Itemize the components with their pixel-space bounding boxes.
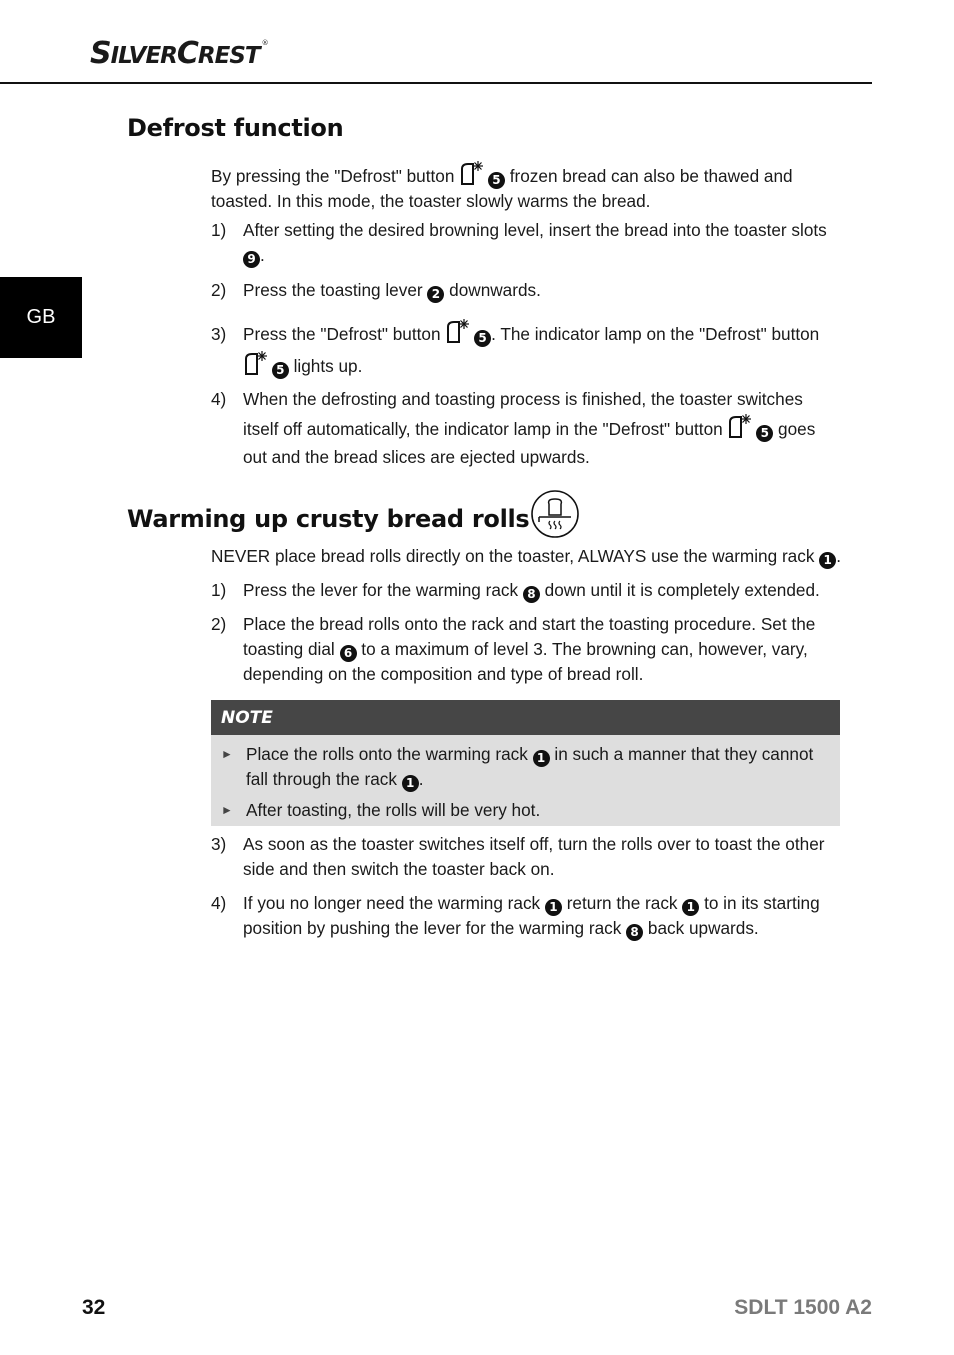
defrost-icon xyxy=(729,414,752,438)
note-item: ► Place the rolls onto the warming rack … xyxy=(221,744,814,792)
ref-circle: 5 xyxy=(474,330,492,347)
ref-circle: 9 xyxy=(243,251,260,268)
section-title-defrost: Defrost function xyxy=(127,114,344,142)
page-number: 32 xyxy=(82,1296,106,1319)
ref-circle: 1 xyxy=(401,775,419,792)
rolls-step-2: 2) Place the bread rolls onto the rack a… xyxy=(211,614,816,684)
note-header: NOTE xyxy=(211,700,840,735)
warming-rack-icon xyxy=(531,490,579,538)
defrost-icon xyxy=(461,161,484,185)
ref-circle: 8 xyxy=(626,924,644,941)
rolls-step-3: 3) As soon as the toaster switches itsel… xyxy=(211,834,825,879)
note-item: ► After toasting, the rolls will be very… xyxy=(211,798,831,823)
rolls-step-4: 4) If you no longer need the warming rac… xyxy=(211,893,820,941)
ref-circle: 8 xyxy=(522,586,540,603)
note-box: ► Place the rolls onto the warming rack … xyxy=(211,735,840,826)
model-number: SDLT 1500 A2 xyxy=(734,1296,872,1319)
defrost-step-1: 1) After setting the desired browning le… xyxy=(211,220,827,268)
ref-circle: 5 xyxy=(756,425,774,442)
bullet-triangle-icon: ► xyxy=(221,747,233,761)
ref-circle: 5 xyxy=(487,172,505,189)
rolls-intro: NEVER place bread rolls directly on the … xyxy=(211,546,841,569)
defrost-step-2: 2) Press the toasting lever 2 downwards. xyxy=(211,280,541,303)
defrost-intro: By pressing the "Defrost" button 5 froze… xyxy=(211,160,841,214)
ref-circle: 1 xyxy=(532,750,550,767)
silvercrest-logo: SILVERCREST ® xyxy=(90,36,269,71)
defrost-step-4: 4) When the defrosting and toasting proc… xyxy=(211,389,816,467)
defrost-step-3: 3) Press the "Defrost" button 5. The ind… xyxy=(211,318,841,382)
rolls-step-1: 1) Press the lever for the warming rack … xyxy=(211,580,820,603)
ref-circle: 1 xyxy=(819,552,837,569)
ref-circle: 5 xyxy=(271,362,289,379)
language-tab: GB xyxy=(0,277,82,358)
bullet-triangle-icon: ► xyxy=(221,803,233,817)
ref-circle: 1 xyxy=(544,899,562,916)
ref-circle: 6 xyxy=(339,645,357,662)
ref-circle: 1 xyxy=(682,899,700,916)
ref-circle: 2 xyxy=(427,286,445,303)
header-rule xyxy=(0,82,872,84)
defrost-icon xyxy=(447,319,470,343)
defrost-icon xyxy=(245,351,267,375)
section-title-rolls: Warming up crusty bread rolls xyxy=(127,505,530,533)
